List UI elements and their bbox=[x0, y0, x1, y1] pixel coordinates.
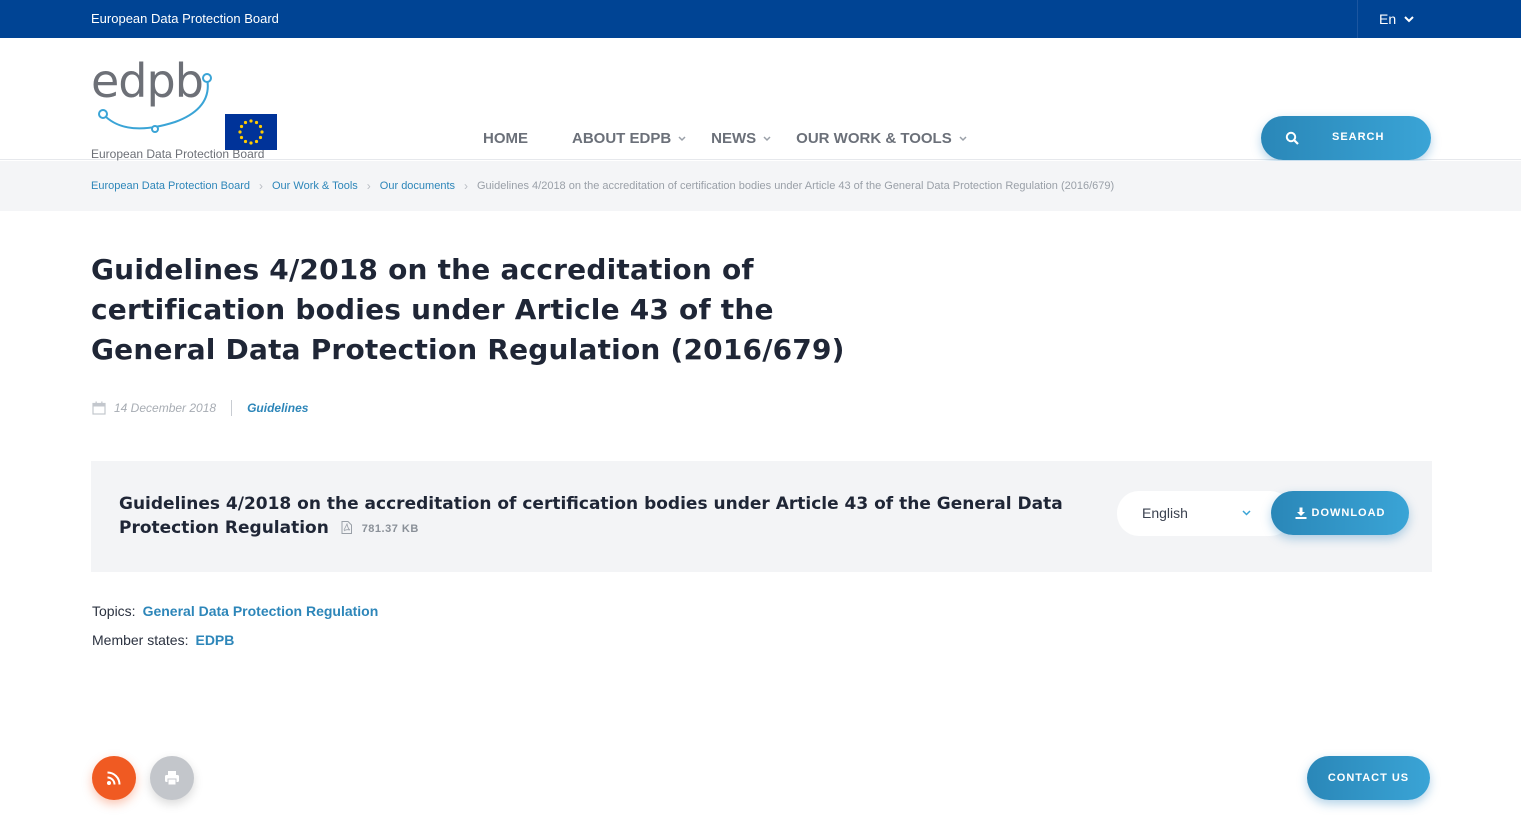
nav-about-label: ABOUT EDPB bbox=[572, 130, 672, 147]
main-nav: HOME ABOUT EDPB NEWS OUR WORK & TOOLS bbox=[483, 130, 967, 147]
document-title: Guidelines 4/2018 on the accreditation o… bbox=[119, 494, 1063, 538]
nav-home[interactable]: HOME bbox=[483, 130, 528, 147]
nav-news-label: NEWS bbox=[711, 130, 757, 147]
logo-wordmark: edpb bbox=[91, 54, 204, 108]
topics-section: Topics: General Data Protection Regulati… bbox=[92, 596, 378, 654]
topbar-title[interactable]: European Data Protection Board bbox=[91, 11, 279, 26]
rss-button[interactable] bbox=[92, 756, 136, 800]
site-header: edpb European Data Protection Board HOME… bbox=[0, 38, 1521, 161]
chevron-down-icon bbox=[959, 135, 967, 141]
document-download-card: Guidelines 4/2018 on the accreditation o… bbox=[91, 461, 1432, 572]
nav-our-work-label: OUR WORK & TOOLS bbox=[796, 130, 952, 147]
meta-divider bbox=[231, 400, 233, 416]
document-meta: 14 December 2018 Guidelines bbox=[92, 400, 308, 416]
eu-flag-icon bbox=[225, 114, 277, 150]
pdf-file-icon bbox=[341, 521, 352, 534]
nav-about-edpb[interactable]: ABOUT EDPB bbox=[572, 130, 686, 147]
breadcrumb-link-our-work[interactable]: Our Work & Tools bbox=[272, 180, 358, 192]
contact-us-label: CONTACT US bbox=[1327, 772, 1410, 784]
member-states-row: Member states: EDPB bbox=[92, 625, 378, 654]
topics-label: Topics: bbox=[92, 602, 136, 619]
rss-icon bbox=[107, 771, 121, 785]
breadcrumb-link-our-documents[interactable]: Our documents bbox=[380, 180, 455, 192]
chevron-down-icon bbox=[1404, 15, 1414, 22]
chevron-down-icon bbox=[1242, 510, 1251, 516]
nav-news[interactable]: NEWS bbox=[711, 130, 771, 147]
breadcrumb-separator-icon: › bbox=[366, 179, 371, 193]
search-button[interactable]: SEARCH bbox=[1261, 116, 1431, 160]
breadcrumb-separator-icon: › bbox=[464, 179, 468, 193]
download-button[interactable]: DOWNLOAD bbox=[1271, 491, 1409, 535]
language-select[interactable]: English bbox=[1117, 491, 1292, 536]
download-icon bbox=[1295, 507, 1306, 519]
document-title-block: Guidelines 4/2018 on the accreditation o… bbox=[119, 492, 1109, 541]
calendar-icon bbox=[92, 401, 106, 415]
language-select-value: English bbox=[1142, 505, 1188, 521]
member-states-label: Member states: bbox=[92, 631, 189, 648]
search-icon bbox=[1285, 131, 1299, 145]
breadcrumb: European Data Protection Board › Our Wor… bbox=[91, 179, 1114, 193]
breadcrumb-current: Guidelines 4/2018 on the accreditation o… bbox=[477, 180, 1115, 192]
topic-link[interactable]: General Data Protection Regulation bbox=[143, 603, 379, 619]
print-button[interactable] bbox=[150, 756, 194, 800]
category-link[interactable]: Guidelines bbox=[247, 401, 308, 415]
page-title: Guidelines 4/2018 on the accreditation o… bbox=[91, 253, 845, 366]
breadcrumb-link-home[interactable]: European Data Protection Board bbox=[91, 180, 250, 192]
print-icon bbox=[165, 771, 179, 786]
top-bar: European Data Protection Board En bbox=[0, 0, 1521, 38]
contact-us-button[interactable]: CONTACT US bbox=[1307, 756, 1430, 800]
file-size: 781.37 KB bbox=[361, 523, 419, 535]
topics-row: Topics: General Data Protection Regulati… bbox=[92, 596, 378, 625]
publish-date: 14 December 2018 bbox=[114, 401, 217, 415]
nav-our-work-tools[interactable]: OUR WORK & TOOLS bbox=[796, 130, 967, 147]
topbar-divider bbox=[1357, 0, 1358, 38]
chevron-down-icon bbox=[763, 135, 771, 141]
search-button-label: SEARCH bbox=[1332, 131, 1385, 143]
breadcrumb-bar: European Data Protection Board › Our Wor… bbox=[0, 161, 1521, 211]
member-state-link[interactable]: EDPB bbox=[195, 632, 234, 648]
language-switcher[interactable]: En bbox=[1379, 11, 1414, 27]
chevron-down-icon bbox=[678, 135, 686, 141]
nav-home-label: HOME bbox=[483, 130, 528, 147]
language-switcher-label: En bbox=[1379, 11, 1397, 27]
download-button-label: DOWNLOAD bbox=[1311, 507, 1386, 519]
breadcrumb-separator-icon: › bbox=[259, 179, 263, 193]
